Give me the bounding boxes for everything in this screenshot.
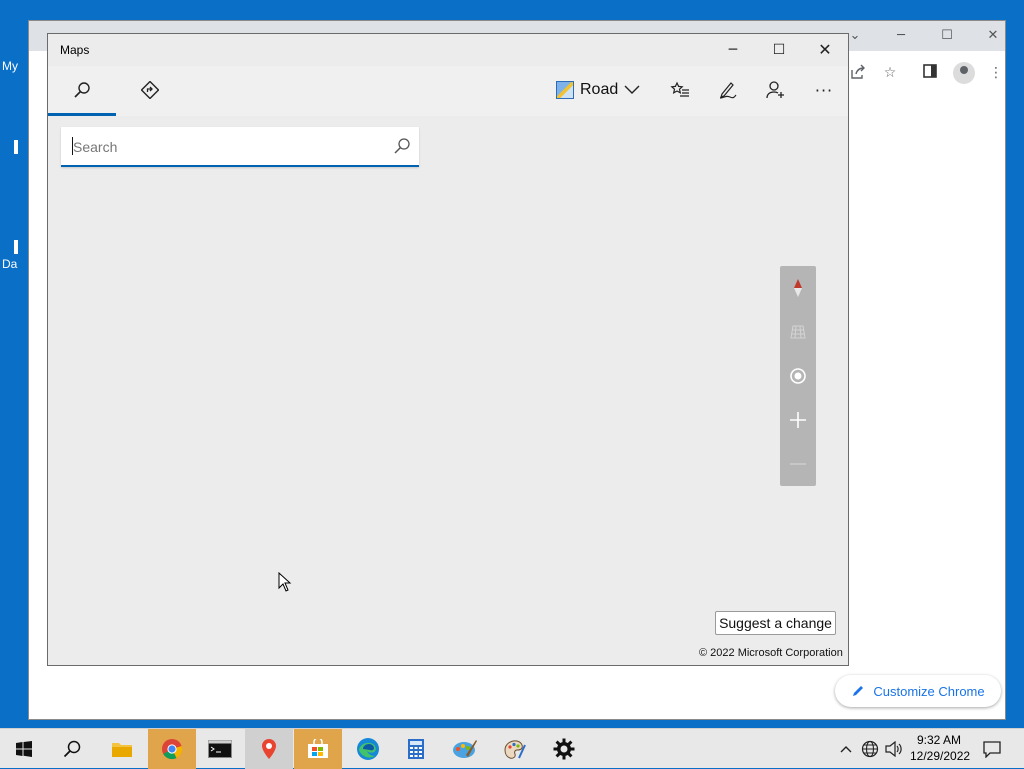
maps-window-title: Maps	[60, 43, 90, 57]
network-globe-icon[interactable]	[860, 739, 880, 759]
maximize-button[interactable]: ☐	[756, 38, 802, 62]
taskbar-chrome[interactable]	[148, 729, 196, 769]
search-box[interactable]	[61, 127, 419, 167]
close-button[interactable]: ✕	[802, 38, 848, 62]
search-icon	[63, 740, 81, 758]
customize-chrome-button[interactable]: Customize Chrome	[835, 675, 1001, 707]
maps-window[interactable]: Maps ─ ☐ ✕ Road ··· Search Suggest a cha…	[47, 33, 849, 666]
desktop-icon-glyph-2	[14, 240, 18, 254]
ink-pen-icon	[719, 82, 737, 99]
terminal-icon	[208, 740, 232, 758]
grid-3d-icon	[790, 325, 806, 339]
map-controls	[780, 266, 816, 486]
favorites-button[interactable]	[668, 78, 692, 102]
road-map-icon	[556, 81, 574, 99]
zoom-in-button[interactable]	[780, 398, 816, 442]
show-hidden-icons-chevron-up-icon[interactable]	[836, 739, 856, 759]
taskbar-paint[interactable]	[441, 729, 489, 769]
chrome-minimize-button[interactable]: ─	[891, 27, 911, 45]
settings-icon	[553, 738, 575, 760]
chevron-down-icon	[624, 85, 640, 94]
minimize-button[interactable]: ─	[710, 38, 756, 62]
paint-icon	[453, 740, 477, 758]
store-icon	[308, 739, 328, 758]
file-explorer-icon	[112, 743, 132, 757]
compass-button[interactable]	[780, 266, 816, 310]
tilt-3d-button[interactable]	[780, 310, 816, 354]
favorites-icon	[670, 81, 689, 97]
sign-in-button[interactable]	[764, 78, 788, 102]
person-add-icon	[766, 81, 784, 99]
chrome-maximize-button[interactable]: ☐	[937, 27, 957, 45]
zoom-out-button[interactable]	[780, 442, 816, 486]
search-submit-icon[interactable]	[393, 137, 411, 155]
directions-tab[interactable]	[116, 66, 184, 114]
text-caret	[72, 137, 73, 155]
zoom-in-icon	[790, 412, 806, 428]
volume-speaker-icon[interactable]	[884, 739, 904, 759]
locate-icon	[790, 368, 806, 384]
zoom-out-icon	[790, 463, 806, 465]
notification-center-icon[interactable]	[982, 739, 1002, 759]
start-button[interactable]	[0, 729, 48, 769]
mouse-cursor-icon	[278, 572, 292, 592]
taskbar-search-button[interactable]	[48, 729, 96, 769]
compass-icon	[794, 279, 802, 297]
maps-command-bar: Road ···	[48, 66, 848, 116]
profile-avatar[interactable]	[953, 62, 975, 84]
bookmark-star-icon[interactable]: ☆	[881, 64, 899, 82]
side-panel-icon[interactable]	[921, 64, 939, 82]
share-icon[interactable]	[849, 64, 867, 82]
copyright-text: © 2022 Microsoft Corporation	[699, 647, 843, 659]
desktop-icon-label-1: My	[2, 59, 18, 73]
clock-date: 12/29/2022	[910, 749, 971, 763]
taskbar-file-explorer[interactable]	[98, 729, 146, 769]
search-icon	[74, 81, 90, 98]
clock-time: 9:32 AM	[916, 733, 962, 747]
map-style-label: Road	[580, 81, 619, 98]
taskbar-paint3d[interactable]	[490, 729, 538, 769]
desktop-icon-glyph-1	[14, 140, 18, 154]
taskbar-calculator[interactable]	[392, 729, 440, 769]
taskbar-store[interactable]	[294, 729, 342, 769]
directions-icon	[141, 81, 159, 99]
pencil-icon	[853, 686, 864, 696]
chrome-menu-icon[interactable]: ⋮	[987, 64, 1005, 82]
maps-icon	[262, 739, 276, 759]
taskbar: 9:32 AM 12/29/2022	[0, 728, 1024, 769]
edge-icon	[357, 738, 379, 760]
more-icon: ···	[814, 80, 834, 100]
search-tab[interactable]	[48, 66, 116, 116]
map-style-selector[interactable]: Road	[556, 78, 640, 102]
taskbar-edge[interactable]	[344, 729, 392, 769]
chrome-icon	[162, 739, 183, 760]
calculator-icon	[408, 739, 424, 759]
paint3d-icon	[504, 740, 526, 759]
taskbar-maps[interactable]	[245, 729, 293, 769]
windows-logo-icon	[16, 741, 32, 757]
taskbar-terminal[interactable]	[196, 729, 244, 769]
more-button[interactable]: ···	[812, 78, 836, 102]
chrome-close-button[interactable]: ✕	[983, 27, 1003, 45]
taskbar-clock[interactable]: 9:32 AM 12/29/2022	[910, 732, 971, 764]
taskbar-settings[interactable]	[540, 729, 588, 769]
suggest-change-button[interactable]: Suggest a change	[715, 611, 836, 635]
desktop-icon-label-2: Da	[2, 257, 18, 271]
customize-chrome-label: Customize Chrome	[873, 683, 985, 699]
locate-button[interactable]	[780, 354, 816, 398]
ink-button[interactable]	[716, 78, 740, 102]
search-input[interactable]	[71, 135, 375, 159]
